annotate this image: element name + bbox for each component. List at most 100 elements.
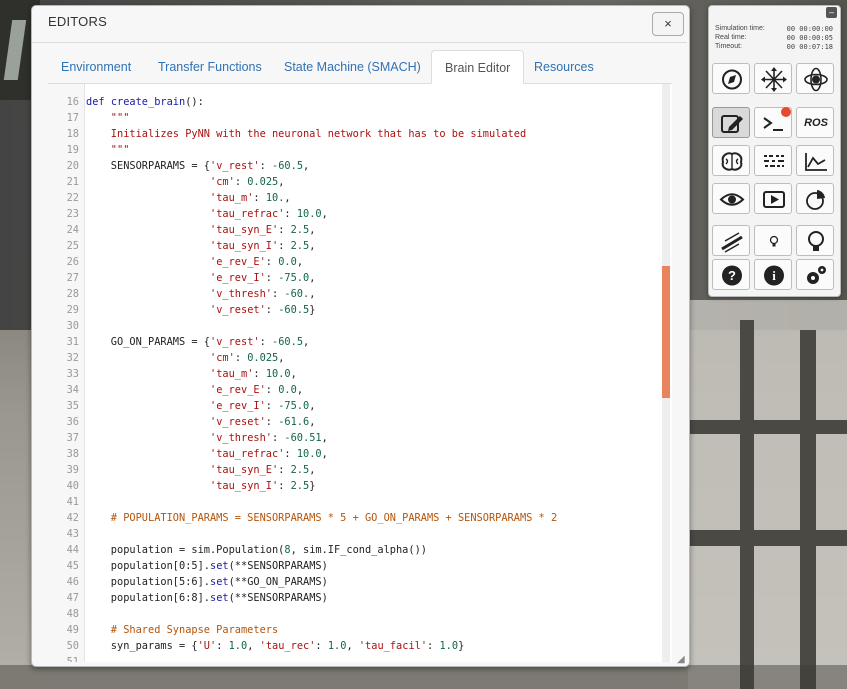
code-line: 44 population = sim.Population(8, sim.IF… (48, 542, 668, 558)
tab-environment[interactable]: Environment (48, 50, 144, 83)
code-lines: 16 def create_brain(): 17 """ 18 Initialize… (48, 94, 668, 662)
video-button[interactable] (754, 183, 792, 214)
code-line: 26 'e_rev_E': 0.0, (48, 254, 668, 270)
line-number: 27 (66, 272, 79, 284)
light-switch-button[interactable] (712, 225, 750, 256)
code-text: """ (86, 144, 130, 156)
code-line: 30 (48, 318, 668, 334)
pie-chart-icon (806, 190, 825, 210)
code-text: 'e_rev_I': -75.0, (210, 272, 316, 284)
code-text: 'tau_syn_I': 2.5, (210, 240, 316, 252)
scrollbar-thumb[interactable] (662, 266, 670, 398)
code-text: 'e_rev_I': -75.0, (210, 400, 316, 412)
line-number: 37 (66, 432, 79, 444)
code-text: 'tau_m': 10., (210, 192, 291, 204)
code-text: """ (86, 112, 130, 124)
code-line: 18 Initializes PyNN with the neuronal ne… (48, 126, 668, 142)
info-button[interactable]: i (754, 259, 792, 290)
light-slider-icon (721, 232, 743, 253)
visibility-button[interactable] (712, 183, 750, 214)
line-number: 42 (66, 512, 79, 524)
code-text: 'tau_syn_E': 2.5, (210, 464, 316, 476)
real-time-label: Real time: (715, 34, 747, 41)
tab-resources[interactable]: Resources (521, 50, 607, 83)
code-line: 36 'v_reset': -61.6, (48, 414, 668, 430)
scene-shadow (0, 665, 847, 689)
code-line: 41 (48, 494, 668, 510)
line-number: 28 (66, 288, 79, 300)
tab-state-machine[interactable]: State Machine (SMACH) (271, 50, 434, 83)
line-number: 29 (66, 304, 79, 316)
spike-train-button[interactable] (754, 145, 792, 176)
code-text: syn_params = {'U': 1.0, 'tau_rec': 1.0, … (86, 640, 465, 652)
code-text: 'tau_m': 10.0, (210, 368, 297, 380)
code-line: 40 'tau_syn_I': 2.5} (48, 478, 668, 494)
code-line: 21 'cm': 0.025, (48, 174, 668, 190)
line-number: 41 (66, 496, 79, 508)
code-line: 45 population[0:5].set(**SENSORPARAMS) (48, 558, 668, 574)
notification-badge (781, 107, 791, 117)
brain-visualizer-button[interactable] (712, 145, 750, 176)
code-text: population[6:8].set(**SENSORPARAMS) (86, 592, 328, 604)
line-number: 26 (66, 256, 79, 268)
code-line: 29 'v_reset': -60.5} (48, 302, 668, 318)
terminal-button[interactable] (754, 107, 792, 138)
code-line: 38 'tau_refrac': 10.0, (48, 446, 668, 462)
line-number: 33 (66, 368, 79, 380)
code-line: 16 def create_brain(): (48, 94, 668, 110)
help-button[interactable]: ? (712, 259, 750, 290)
compass-icon (722, 69, 742, 90)
performance-button[interactable] (796, 183, 834, 214)
light-increase-button[interactable] (796, 225, 834, 256)
code-editor[interactable]: 16 def create_brain(): 17 """ 18 Initialize… (48, 84, 672, 662)
line-number: 44 (66, 544, 79, 556)
line-number: 38 (66, 448, 79, 460)
small-bulb-icon (769, 235, 779, 247)
minimize-button[interactable]: – (826, 7, 837, 18)
line-number: 46 (66, 576, 79, 588)
code-line: 50 syn_params = {'U': 1.0, 'tau_rec': 1.… (48, 638, 668, 654)
code-line: 19 """ (48, 142, 668, 158)
line-number: 30 (66, 320, 79, 332)
line-number: 20 (66, 160, 79, 172)
code-text: Initializes PyNN with the neuronal netwo… (86, 128, 527, 140)
light-decrease-button[interactable] (754, 225, 792, 256)
line-number: 32 (66, 352, 79, 364)
line-chart-icon (805, 153, 827, 171)
code-text: population[5:6].set(**GO_ON_PARAMS) (86, 576, 328, 588)
line-number: 18 (66, 128, 79, 140)
line-number: 45 (66, 560, 79, 572)
eye-icon (719, 193, 745, 206)
close-button[interactable]: × (652, 12, 684, 36)
line-number: 34 (66, 384, 79, 396)
simulation-time-value: 00 00:00:00 (786, 25, 833, 33)
compass-button[interactable] (712, 63, 750, 94)
joint-plot-button[interactable] (796, 145, 834, 176)
code-line: 31 GO_ON_PARAMS = {'v_rest': -60.5, (48, 334, 668, 350)
camera-rotate-button[interactable] (796, 63, 834, 94)
code-line: 24 'tau_syn_E': 2.5, (48, 222, 668, 238)
orbit-icon (804, 67, 828, 92)
code-text: 'tau_syn_I': 2.5} (210, 480, 316, 492)
line-number: 31 (66, 336, 79, 348)
ros-button[interactable]: ROS (796, 107, 834, 138)
resize-handle-icon[interactable]: ◢ (677, 654, 687, 665)
line-number: 23 (66, 208, 79, 220)
editor-tabs: Environment Transfer Functions State Mac… (48, 50, 672, 84)
code-line: 42 # POPULATION_PARAMS = SENSORPARAMS * … (48, 510, 668, 526)
code-text: 'cm': 0.025, (210, 176, 285, 188)
ros-label: ROS (804, 117, 828, 129)
code-text: population[0:5].set(**SENSORPARAMS) (86, 560, 328, 572)
tab-transfer-functions[interactable]: Transfer Functions (145, 50, 275, 83)
tab-brain-editor[interactable]: Brain Editor (431, 50, 525, 84)
camera-translate-button[interactable] (754, 63, 792, 94)
code-scrollbar[interactable] (662, 84, 670, 662)
code-text: population = sim.Population(8, sim.IF_co… (86, 544, 427, 556)
spike-raster-icon (764, 155, 784, 167)
scene-shadow (800, 330, 816, 689)
code-text: def create_brain(): (86, 96, 204, 108)
code-line: 25 'tau_syn_I': 2.5, (48, 238, 668, 254)
settings-button[interactable] (796, 259, 834, 290)
code-line: 51 (48, 654, 668, 662)
editors-button[interactable] (712, 107, 750, 138)
